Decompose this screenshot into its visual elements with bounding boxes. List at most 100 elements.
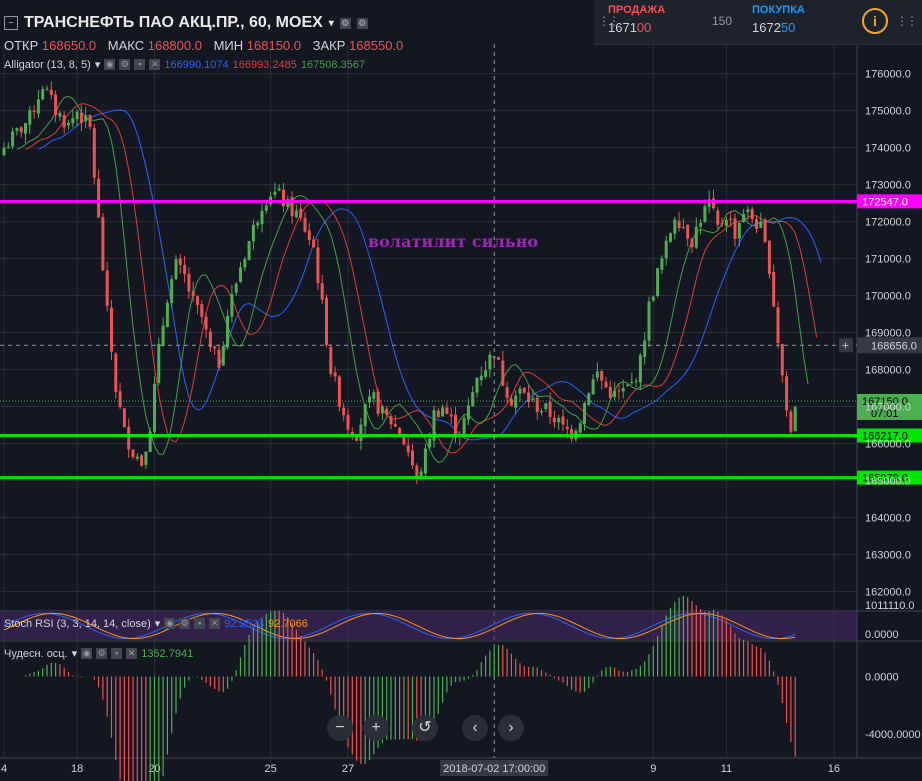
chevron-down-icon[interactable]: ▾: [72, 647, 78, 660]
chevron-down-icon[interactable]: ▾: [95, 58, 101, 71]
close-icon[interactable]: ✕: [126, 648, 138, 659]
more-icon[interactable]: ⋮⋮: [896, 14, 918, 28]
trash-icon[interactable]: ▪: [194, 618, 206, 629]
candle-body: [626, 384, 629, 386]
candle-body: [144, 451, 148, 465]
symbol-title[interactable]: ТРАНСНЕФТЬ ПАО АКЦ.ПР., 60, MOEX: [24, 14, 323, 32]
sell-label: ПРОДАЖА: [608, 4, 666, 16]
candle-body: [62, 114, 66, 128]
price-tick-label: 167000.0: [865, 402, 911, 414]
buy-price-main: 1672: [752, 20, 781, 35]
sell-button[interactable]: ПРОДАЖА 167100: [608, 4, 704, 40]
candle-body: [583, 403, 586, 424]
price-tick-label: 164000.0: [865, 513, 911, 525]
settings-icon[interactable]: ⚙: [96, 648, 108, 659]
candle-body: [445, 407, 449, 414]
candle-body: [561, 416, 565, 425]
gear-icon[interactable]: ⚙: [356, 17, 368, 29]
candle-body: [2, 147, 6, 156]
eye-icon[interactable]: ◉: [81, 648, 93, 659]
zoom-out-button[interactable]: −: [327, 715, 353, 741]
sell-price-main: 1671: [608, 20, 637, 35]
candle-body: [183, 265, 187, 275]
candle-body: [415, 465, 419, 477]
zoom-in-button[interactable]: +: [363, 715, 389, 741]
candle-body: [101, 217, 105, 271]
scroll-right-button[interactable]: ›: [498, 715, 524, 741]
menu-icon[interactable]: –: [4, 16, 18, 30]
stoch-k-value: 92.2523: [224, 617, 265, 630]
candle-body: [217, 349, 221, 368]
candle-body: [58, 112, 62, 117]
candle-body: [243, 259, 247, 268]
candle-body: [307, 230, 311, 241]
candle-body: [570, 429, 574, 439]
eye-icon[interactable]: ◉: [164, 618, 176, 629]
high-label: МАКС: [107, 38, 145, 53]
candle-body: [755, 219, 758, 229]
alligator-label[interactable]: Alligator (13, 8, 5): [4, 59, 91, 71]
candle-body: [449, 414, 453, 417]
chart-annotation[interactable]: волатилит сильно: [368, 232, 538, 251]
candle-body: [11, 131, 15, 147]
candle-body: [746, 209, 750, 213]
candle-body: [505, 387, 509, 398]
candle-body: [260, 210, 264, 225]
time-tick-label: 18: [71, 763, 83, 775]
trash-icon[interactable]: ▪: [111, 648, 123, 659]
ao-label[interactable]: Чудесн. осц.: [4, 648, 68, 660]
candle-body: [419, 471, 423, 477]
candle-body: [376, 391, 380, 414]
candle-body: [363, 404, 367, 427]
candle-body: [634, 380, 638, 382]
chevron-down-icon[interactable]: ▾: [329, 18, 334, 29]
candle-body: [187, 274, 191, 292]
settings-icon[interactable]: ⚙: [179, 618, 191, 629]
candle-body: [28, 110, 32, 125]
close-icon[interactable]: ✕: [209, 618, 221, 629]
settings-icon[interactable]: ⚙: [339, 17, 351, 29]
alligator-legend: Alligator (13, 8, 5) ▾ ◉ ⚙ ▪ ✕ 166990.10…: [4, 58, 365, 72]
price-tick-label: 176000.0: [865, 69, 911, 81]
candle-body: [466, 405, 470, 420]
eye-icon[interactable]: ◉: [104, 59, 116, 70]
chart-background: [0, 0, 922, 781]
alligator-teeth-value: 166993.2485: [232, 58, 297, 71]
stoch-label[interactable]: Stoch RSI (3, 3, 14, 14, close): [4, 618, 151, 630]
scroll-left-button[interactable]: ‹: [462, 715, 488, 741]
candle-body: [368, 396, 371, 403]
trash-icon[interactable]: ▪: [134, 59, 146, 70]
price-tick-label: 172000.0: [865, 217, 911, 229]
candle-body: [32, 110, 36, 113]
ao-tick-label: -4000.0000: [865, 729, 921, 741]
price-tick-label: 171000.0: [865, 254, 911, 266]
info-icon[interactable]: i: [862, 8, 888, 34]
level-label: 172547.0: [862, 196, 908, 208]
ao-legend: Чудесн. осц. ▾ ◉ ⚙ ▪ ✕ 1352.7941: [4, 647, 193, 661]
candle-body: [19, 127, 23, 133]
settings-icon[interactable]: ⚙: [119, 59, 131, 70]
chart-header: – ТРАНСНЕФТЬ ПАО АКЦ.ПР., 60, MOEX ▾ ⚙ ⚙: [4, 14, 368, 32]
alligator-jaw-value: 166990.1074: [164, 58, 229, 71]
sell-price-tail: 00: [636, 20, 652, 35]
candle-body: [294, 210, 298, 218]
candle-body: [565, 426, 569, 430]
candle-body: [694, 226, 698, 248]
buy-button[interactable]: ПОКУПКА 167250: [752, 4, 848, 40]
candle-body: [557, 417, 561, 423]
candle-body: [780, 343, 784, 376]
stoch-legend: Stoch RSI (3, 3, 14, 14, close) ▾ ◉ ⚙ ▪ …: [4, 617, 308, 631]
candle-body: [170, 279, 174, 304]
candle-body: [428, 438, 432, 448]
close-icon[interactable]: ✕: [149, 59, 161, 70]
chevron-down-icon[interactable]: ▾: [155, 617, 161, 630]
price-chart[interactable]: 172547.0166217.0165079.0167150.007:01168…: [0, 0, 922, 781]
time-tick-label: 25: [264, 763, 276, 775]
candle-body: [647, 301, 651, 341]
candle-body: [501, 360, 505, 386]
candle-body: [720, 223, 724, 225]
reset-button[interactable]: ↺: [412, 715, 438, 741]
candle-body: [221, 346, 225, 366]
candle-body: [742, 213, 746, 223]
time-tick-label: 16: [828, 763, 840, 775]
